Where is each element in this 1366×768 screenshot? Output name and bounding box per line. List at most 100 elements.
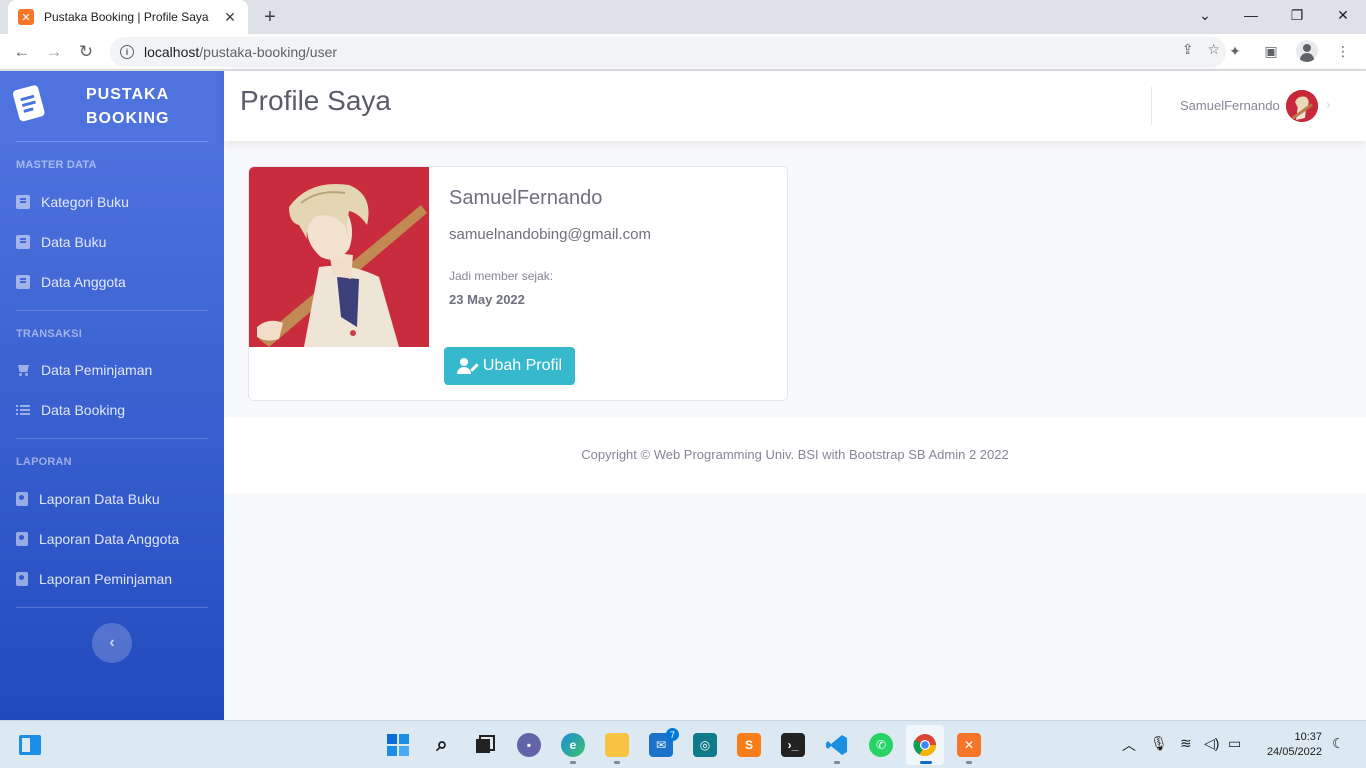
sidebar-item-data-anggota[interactable]: Data Anggota [16, 270, 208, 294]
xampp-running-indicator [966, 761, 972, 764]
sidebar-heading-master-data: MASTER DATA [16, 159, 97, 171]
address-book-icon [16, 572, 28, 586]
vscode-icon[interactable] [825, 733, 849, 757]
windows-taskbar: ⌕ ▪ e ✉ 7 ◎ S ›_ ✆ ✕ ︿ 🎙 ≋ ◁) ▭ 10:37 24… [0, 720, 1366, 768]
clock-time: 10:37 [1294, 731, 1322, 743]
book-logo-icon [10, 83, 50, 124]
sidebar-divider [16, 438, 208, 439]
profile-photo [249, 167, 429, 347]
side-panel-icon[interactable]: ▣ [1260, 40, 1282, 62]
menu-kebab-icon[interactable]: ⋮ [1332, 40, 1354, 62]
member-since-date: 23 May 2022 [449, 292, 525, 307]
browser-tab-bar: ✕ Pustaka Booking | Profile Saya ✕ + ⌄ —… [0, 0, 1366, 34]
sidebar-item-label: Kategori Buku [41, 194, 129, 210]
whatsapp-icon[interactable]: ✆ [869, 733, 893, 757]
topbar-user-name[interactable]: SamuelFernando [1180, 98, 1280, 113]
sidebar-item-kategori-buku[interactable]: Kategori Buku [16, 190, 208, 214]
profile-email: samuelnandobing@gmail.com [449, 226, 652, 243]
avatar[interactable] [1286, 90, 1318, 122]
profile-name: SamuelFernando [449, 187, 603, 209]
teams-chat-icon[interactable]: ▪ [517, 733, 541, 757]
volume-icon[interactable]: ◁) [1204, 735, 1219, 752]
sidebar-heading-laporan: LAPORAN [16, 456, 72, 468]
bookmark-star-icon[interactable]: ☆ [1207, 41, 1220, 58]
tab-search-icon[interactable]: ⌄ [1182, 0, 1228, 30]
browser-toolbar: ← → ↻ i localhost/pustaka-booking/user ⇪… [0, 34, 1366, 70]
chevron-right-icon: › [1326, 96, 1331, 112]
reload-icon[interactable]: ↻ [74, 40, 98, 64]
book-icon [16, 195, 30, 209]
sidebar-item-laporan-data-buku[interactable]: Laporan Data Buku [16, 487, 208, 511]
edit-profile-button[interactable]: Ubah Profil [444, 347, 575, 385]
brand-line-1: PUSTAKA [86, 86, 170, 103]
start-icon[interactable] [386, 733, 410, 757]
topbar: Profile Saya SamuelFernando › [224, 71, 1366, 141]
battery-icon[interactable]: ▭ [1228, 735, 1241, 752]
focus-assist-icon[interactable]: ☾ [1332, 735, 1345, 752]
clock-date: 24/05/2022 [1266, 746, 1322, 758]
brand-line-2: BOOKING [86, 110, 170, 127]
site-info-icon[interactable]: i [120, 45, 134, 59]
url-text: localhost/pustaka-booking/user [144, 44, 337, 60]
sidebar-item-data-booking[interactable]: Data Booking [16, 398, 208, 422]
sidebar-divider [16, 141, 208, 142]
file-explorer-icon[interactable] [605, 733, 629, 757]
chevron-up-icon[interactable]: ︿ [1122, 735, 1136, 755]
sidebar-item-label: Data Peminjaman [41, 362, 153, 378]
microphone-icon[interactable]: 🎙 [1150, 735, 1168, 752]
brand-text: PUSTAKA BOOKING [86, 83, 169, 131]
task-view-icon[interactable] [473, 733, 497, 757]
search-icon[interactable]: ⌕ [430, 733, 454, 757]
book-icon [16, 235, 30, 249]
clock[interactable]: 10:37 24/05/2022 [1267, 730, 1322, 760]
minimize-icon[interactable]: — [1228, 0, 1274, 30]
chrome-running-indicator [920, 761, 932, 764]
sidebar-item-laporan-peminjaman[interactable]: Laporan Peminjaman [16, 567, 208, 591]
sidebar-heading-transaksi: TRANSAKSI [16, 328, 82, 340]
xampp-favicon-icon: ✕ [18, 9, 34, 25]
address-book-icon [16, 492, 28, 506]
restore-icon[interactable]: ❐ [1274, 0, 1320, 30]
copyright-text: Copyright © Web Programming Univ. BSI wi… [581, 447, 1009, 462]
sidebar-item-data-buku[interactable]: Data Buku [16, 230, 208, 254]
sidebar-toggle-button[interactable]: ‹ [92, 623, 132, 663]
sidebar-item-label: Data Booking [41, 402, 126, 418]
edge-icon[interactable]: e [561, 733, 585, 757]
address-book-icon [16, 532, 28, 546]
chrome-icon[interactable] [913, 733, 937, 757]
sidebar-brand[interactable]: PUSTAKA BOOKING [0, 71, 224, 141]
sidebar-item-data-peminjaman[interactable]: Data Peminjaman [16, 358, 208, 382]
wifi-icon[interactable]: ≋ [1180, 735, 1192, 752]
back-icon[interactable]: ← [10, 40, 34, 64]
share-icon[interactable]: ⇪ [1182, 41, 1194, 58]
sidebar-item-laporan-data-anggota[interactable]: Laporan Data Anggota [16, 527, 208, 551]
sidebar: PUSTAKA BOOKING MASTER DATA Kategori Buk… [0, 71, 224, 720]
sublime-text-icon[interactable]: S [737, 733, 761, 757]
widgets-icon[interactable] [18, 733, 42, 757]
user-edit-icon [456, 358, 479, 374]
cart-icon [16, 363, 30, 377]
new-tab-icon[interactable]: + [258, 5, 282, 29]
edge-running-indicator [570, 761, 576, 764]
close-tab-icon[interactable]: ✕ [222, 9, 238, 26]
browser-tab[interactable]: ✕ Pustaka Booking | Profile Saya ✕ [8, 0, 248, 34]
footer: Copyright © Web Programming Univ. BSI wi… [224, 417, 1366, 494]
sidebar-divider [16, 310, 208, 311]
book-icon [16, 275, 30, 289]
xampp-icon[interactable]: ✕ [957, 733, 981, 757]
extensions-icon[interactable]: ✦ [1224, 40, 1246, 62]
edit-profile-label: Ubah Profil [482, 357, 563, 374]
profile-icon[interactable] [1296, 40, 1318, 62]
window-close-icon[interactable]: ✕ [1320, 0, 1366, 30]
explorer-running-indicator [614, 761, 620, 764]
list-icon [16, 403, 30, 417]
address-bar[interactable]: i localhost/pustaka-booking/user ⇪ ☆ [110, 37, 1226, 67]
topbar-divider [1151, 87, 1152, 125]
forward-icon[interactable]: → [42, 40, 66, 64]
sidebar-item-label: Laporan Data Anggota [39, 531, 180, 547]
page-content: PUSTAKA BOOKING MASTER DATA Kategori Buk… [0, 71, 1366, 720]
member-since-label: Jadi member sejak: [449, 269, 554, 283]
mysql-workbench-icon[interactable]: ◎ [693, 733, 717, 757]
terminal-icon[interactable]: ›_ [781, 733, 805, 757]
sidebar-item-label: Laporan Peminjaman [39, 571, 173, 587]
